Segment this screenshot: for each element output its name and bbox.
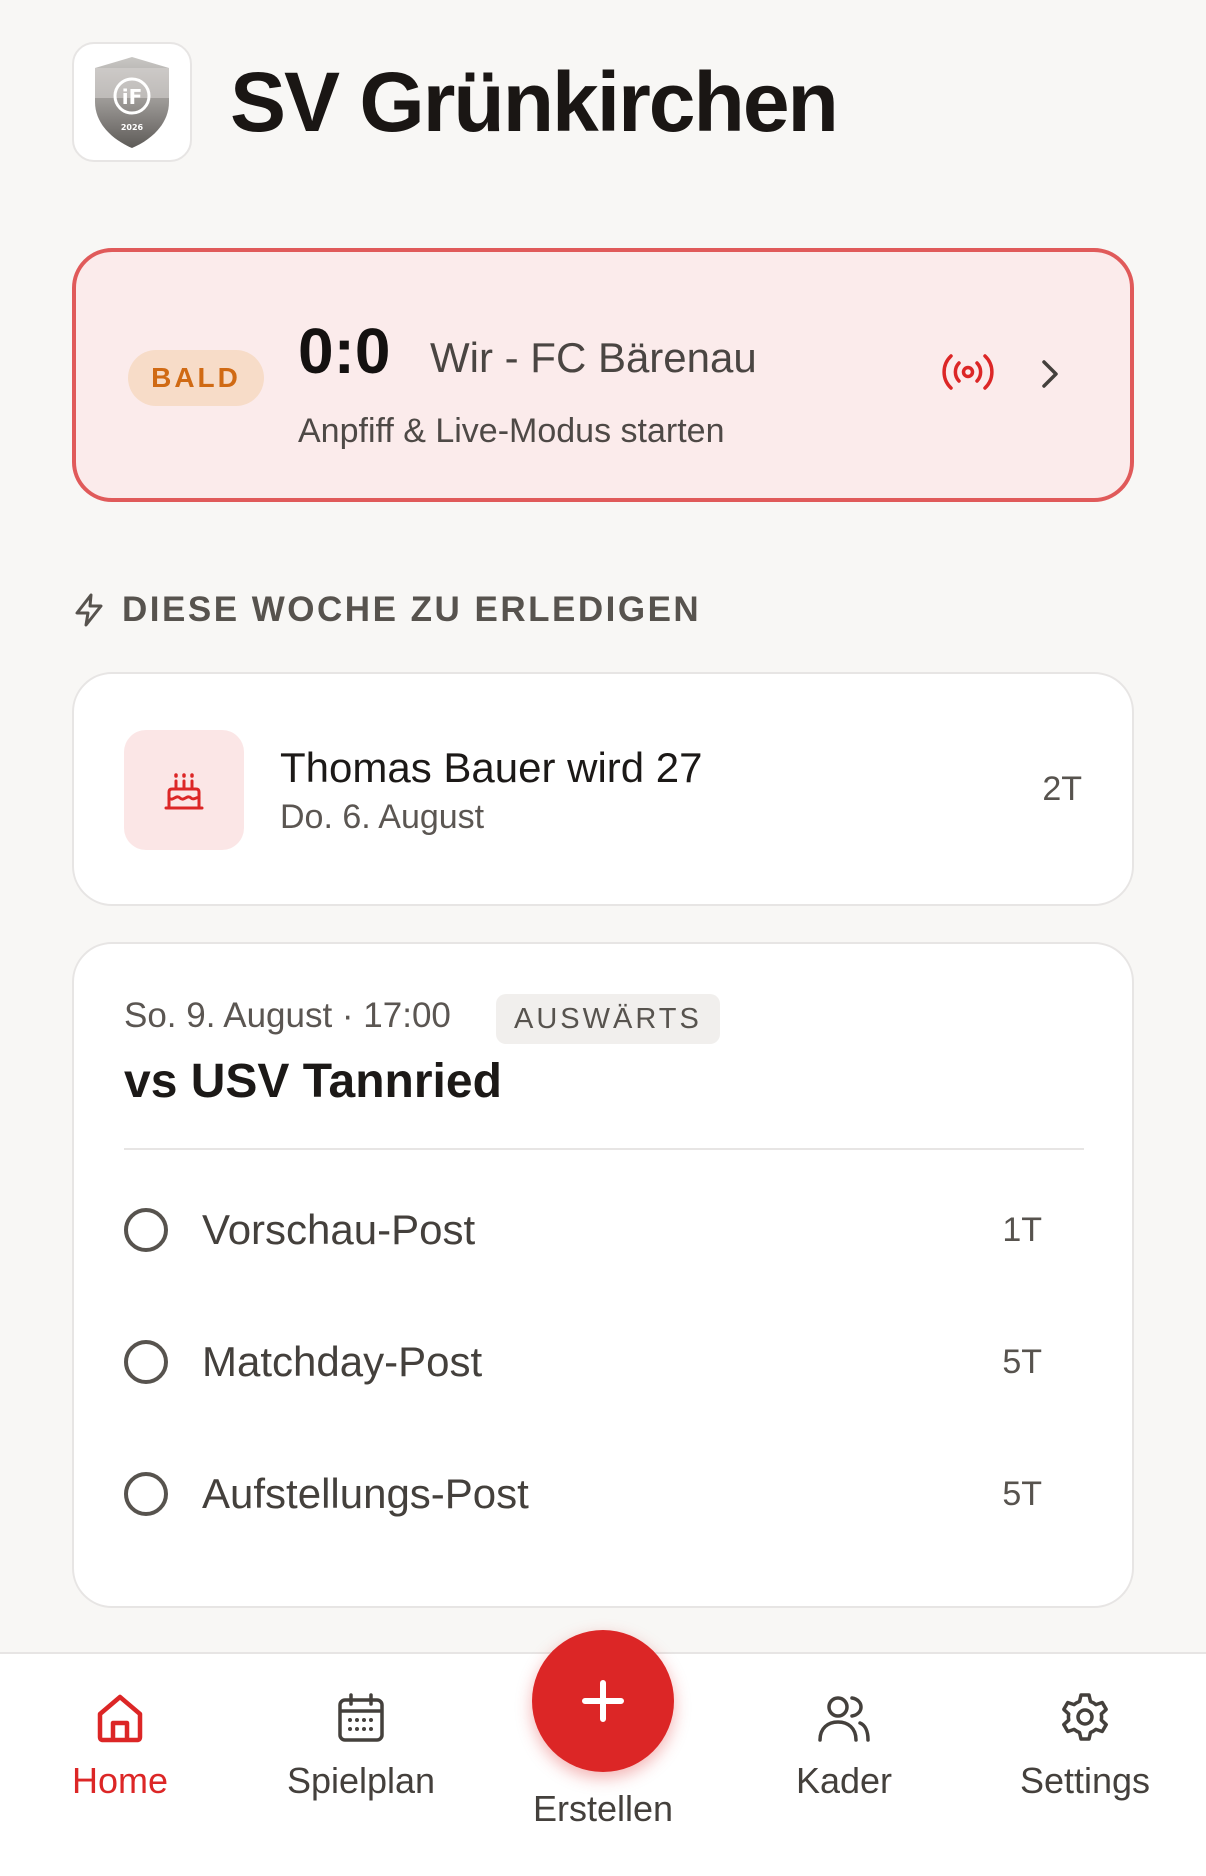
logo-text: iF [122,85,143,109]
task-item[interactable]: Aufstellungs-Post 5T [124,1454,1042,1534]
divider [124,1148,1084,1150]
task-days: 5T [1002,1342,1042,1381]
section-title: DIESE WOCHE ZU ERLEDIGEN [122,590,702,629]
nav-settings[interactable]: Settings [985,1690,1185,1802]
cake-icon [164,773,204,810]
days-remaining: 2T [1042,770,1082,808]
task-checkbox[interactable] [124,1472,168,1516]
match-teams: Wir - FC Bärenau [430,334,757,381]
home-icon [97,1694,143,1743]
task-item[interactable]: Matchday-Post 5T [124,1322,1042,1402]
match-date: So. 9. August · 17:00 [124,996,451,1035]
club-name: SV Grünkirchen [230,54,839,149]
lightning-icon [75,593,103,627]
task-label: Vorschau-Post [202,1206,476,1253]
plus-icon [582,1680,624,1722]
task-days: 1T [1002,1210,1042,1249]
nav-home-label: Home [71,1760,169,1801]
home-screen: iF 2026 SV Grünkirchen BALD 0:0 Wir - FC… [0,0,1206,1876]
match-opponent: vs USV Tannried [124,1055,502,1108]
match-score: 0:0 [298,315,391,387]
nav-spielplan[interactable]: Spielplan [261,1690,461,1802]
birthday-title: Thomas Bauer wird 27 [280,744,703,791]
live-match-card[interactable]: BALD 0:0 Wir - FC Bärenau Anpfiff & Live… [72,248,1134,502]
status-badge: BALD [128,350,264,406]
club-logo[interactable]: iF 2026 [72,42,192,162]
gear-icon [1062,1693,1108,1741]
app-header: iF 2026 SV Grünkirchen [72,42,839,162]
nav-home[interactable]: Home [20,1690,220,1802]
task-checkbox[interactable] [124,1208,168,1252]
match-todo-card[interactable]: So. 9. August · 17:00 AUSWÄRTS vs USV Ta… [72,942,1134,1608]
nav-settings-label: Settings [1019,1760,1151,1801]
task-label: Matchday-Post [202,1338,483,1385]
task-item[interactable]: Vorschau-Post 1T [124,1190,1042,1270]
live-mode-hint: Anpfiff & Live-Modus starten [298,412,725,450]
create-button-label: Erstellen [532,1788,674,1829]
broadcast-icon [942,354,994,390]
task-days: 5T [1002,1474,1042,1513]
birthday-card[interactable]: Thomas Bauer wird 27 Do. 6. August 2T [72,672,1134,906]
nav-spielplan-label: Spielplan [286,1760,436,1801]
create-button[interactable] [532,1630,674,1772]
nav-kader[interactable]: Kader [744,1690,944,1802]
task-label: Aufstellungs-Post [202,1470,529,1517]
club-shield-icon: iF 2026 [95,57,169,148]
logo-year: 2026 [121,123,144,132]
chevron-right-icon [1042,360,1058,388]
nav-kader-label: Kader [795,1760,893,1801]
calendar-icon [338,1693,384,1742]
section-header: DIESE WOCHE ZU ERLEDIGEN [72,590,701,630]
task-checkbox[interactable] [124,1340,168,1384]
users-icon [818,1696,870,1742]
away-badge: AUSWÄRTS [496,994,720,1044]
birthday-icon-box [124,730,244,850]
birthday-date: Do. 6. August [280,798,485,836]
